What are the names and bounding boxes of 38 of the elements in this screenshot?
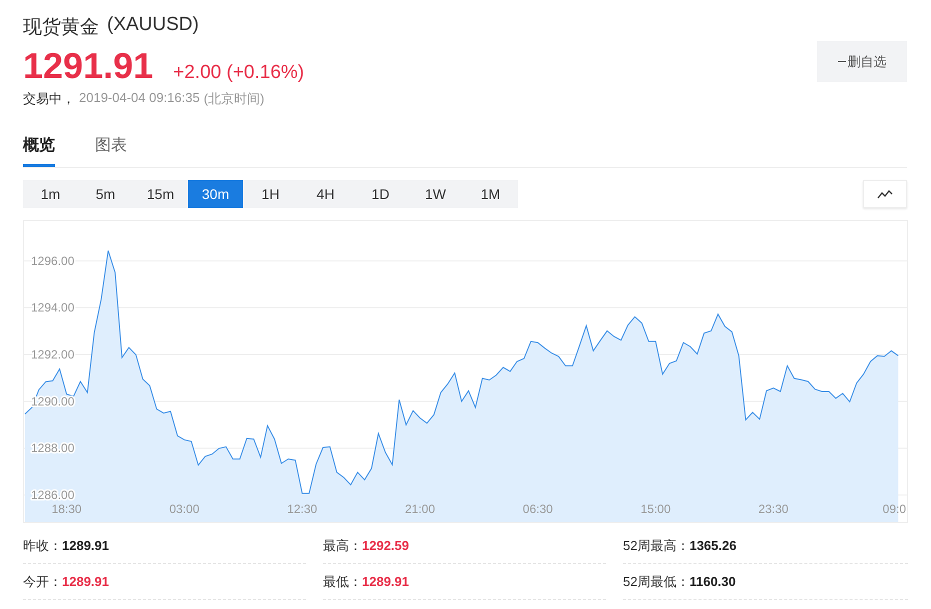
stat-label: 今开： xyxy=(23,572,62,590)
stat-value: 1289.91 xyxy=(62,538,109,553)
timezone: (北京时间) xyxy=(204,90,264,108)
stat-label: 昨收： xyxy=(23,536,62,554)
x-axis-label: 09:0 xyxy=(882,502,906,516)
x-axis-label: 15:00 xyxy=(640,502,671,516)
x-axis-label: 18:30 xyxy=(52,502,82,516)
stat-value: 1289.91 xyxy=(62,574,109,589)
x-axis-label: 21:00 xyxy=(405,502,436,516)
tab[interactable]: 图表 xyxy=(95,132,127,167)
x-axis-label: 06:30 xyxy=(522,502,553,516)
price: 1291.91 xyxy=(23,46,154,86)
price-change: +2.00 (+0.16%) xyxy=(173,62,304,84)
trading-status: 交易中， xyxy=(23,90,75,108)
stat-value: 1292.59 xyxy=(362,538,409,553)
stat-label: 52周最低： xyxy=(623,572,690,590)
stat-value: 1289.91 xyxy=(362,574,409,589)
x-axis-label: 23:30 xyxy=(758,502,788,516)
y-axis-label: 1288.00 xyxy=(31,441,74,456)
chart-type-button[interactable] xyxy=(863,180,907,208)
timestamp: 2019-04-04 09:16:35 xyxy=(79,90,200,107)
x-axis-label: 12:30 xyxy=(287,502,318,516)
remove-watchlist-button[interactable]: 删自选 xyxy=(817,41,907,82)
stat-label: 最高： xyxy=(323,536,362,554)
y-axis-label: 1286.00 xyxy=(31,488,74,502)
x-axis-label: 03:00 xyxy=(169,502,200,516)
instrument-symbol: (XAUUSD) xyxy=(107,14,199,37)
stat-value: 1365.26 xyxy=(689,538,736,553)
stat-label: 52周最高： xyxy=(623,536,690,554)
tab[interactable]: 概览 xyxy=(23,132,55,167)
instrument-name: 现货黄金 xyxy=(23,16,99,40)
line-chart-icon xyxy=(877,189,893,199)
y-axis-label: 1296.00 xyxy=(31,254,74,268)
stat-value: 1160.30 xyxy=(689,574,736,589)
period-button[interactable]: 30m xyxy=(188,180,243,208)
stat-label: 最低： xyxy=(323,572,362,590)
y-axis-label: 1294.00 xyxy=(31,300,74,315)
y-axis-label: 1292.00 xyxy=(31,348,74,362)
